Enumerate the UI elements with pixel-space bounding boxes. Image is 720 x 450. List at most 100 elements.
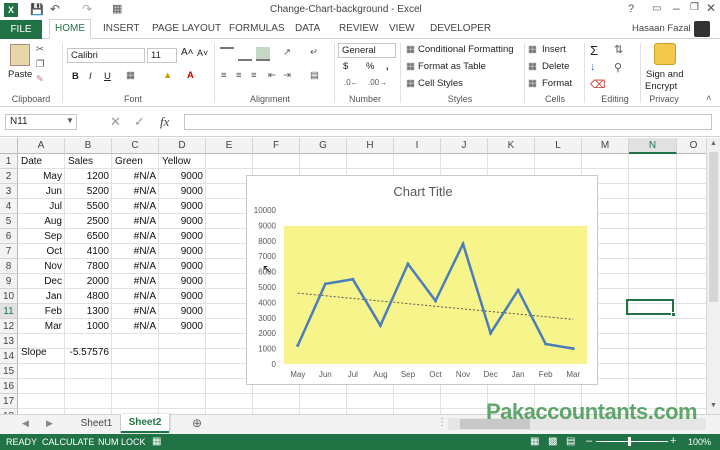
table-cell[interactable]: 9000	[159, 319, 206, 334]
column-header-d[interactable]: D	[159, 138, 206, 154]
avatar[interactable]	[694, 21, 710, 37]
font-name-box[interactable]: Calibri	[67, 48, 145, 63]
row-header-15[interactable]: 15	[0, 364, 18, 379]
tab-page-layout[interactable]: PAGE LAYOUT	[152, 23, 221, 34]
copy-icon[interactable]: ❐	[36, 59, 45, 70]
table-cell[interactable]: Jun	[18, 184, 65, 199]
row-header-9[interactable]: 9	[0, 274, 18, 289]
column-header-a[interactable]: A	[18, 138, 65, 154]
data-point[interactable]	[406, 262, 410, 266]
slope-label-cell[interactable]: Slope	[18, 345, 65, 360]
table-cell[interactable]: 1200	[65, 169, 112, 184]
table-cell[interactable]: Jul	[18, 199, 65, 214]
table-cell[interactable]: #N/A	[112, 229, 159, 244]
paste-icon[interactable]	[10, 44, 30, 66]
row-header-14[interactable]: 14	[0, 349, 18, 364]
top-align-icon[interactable]	[220, 47, 234, 61]
merge-center-icon[interactable]: ▤	[310, 70, 319, 81]
grow-font-icon[interactable]: A˄	[181, 47, 194, 58]
minimize-button[interactable]: –	[673, 1, 680, 15]
row-header-10[interactable]: 10	[0, 289, 18, 304]
table-cell[interactable]: Mar	[18, 319, 65, 334]
insert-cells-button[interactable]: Insert	[542, 44, 566, 55]
vertical-scrollbar[interactable]: ▲ ▼	[706, 138, 720, 414]
sign-and-label[interactable]: Sign and	[646, 69, 684, 80]
row-header-11[interactable]: 11	[0, 304, 18, 319]
table-cell[interactable]: 2000	[65, 274, 112, 289]
italic-button[interactable]: I	[89, 71, 92, 82]
encrypt-label[interactable]: Encrypt	[645, 81, 677, 92]
active-cell-selection[interactable]	[626, 299, 674, 315]
increase-decimal-icon[interactable]: .0←	[344, 78, 359, 87]
table-cell[interactable]: #N/A	[112, 319, 159, 334]
percent-icon[interactable]: %	[366, 61, 374, 72]
data-point[interactable]	[461, 242, 465, 246]
table-cell[interactable]: #N/A	[112, 199, 159, 214]
comma-icon[interactable]: ,	[386, 61, 389, 72]
sheet-tab-sheet2[interactable]: Sheet2	[121, 414, 169, 433]
fill-color-icon[interactable]: ▲	[163, 70, 172, 81]
header-cell-green[interactable]: Green	[112, 154, 159, 169]
slope-value-cell[interactable]: -5.57576	[65, 345, 112, 360]
data-point[interactable]	[571, 347, 575, 351]
table-cell[interactable]: 4800	[65, 289, 112, 304]
format-as-table-button[interactable]: Format as Table	[418, 61, 486, 72]
bottom-align-icon[interactable]	[256, 47, 270, 61]
table-cell[interactable]: 9000	[159, 184, 206, 199]
row-header-5[interactable]: 5	[0, 214, 18, 229]
column-header-j[interactable]: J	[441, 138, 488, 154]
prev-sheet-icon[interactable]: ◀	[22, 418, 29, 429]
scroll-thumb[interactable]	[709, 152, 718, 302]
row-header-6[interactable]: 6	[0, 229, 18, 244]
tab-formulas[interactable]: FORMULAS	[229, 23, 285, 34]
header-cell-date[interactable]: Date	[18, 154, 65, 169]
macro-recording-icon[interactable]: ▦	[152, 436, 161, 447]
table-cell[interactable]: 1000	[65, 319, 112, 334]
undo-icon[interactable]: ↶	[50, 2, 60, 16]
zoom-level[interactable]: 100%	[688, 437, 711, 447]
sort-filter-icon[interactable]: ⇅	[614, 43, 623, 56]
column-header-m[interactable]: M	[582, 138, 629, 154]
tab-insert[interactable]: INSERT	[103, 23, 140, 34]
page-layout-view-icon[interactable]: ▩	[548, 436, 557, 447]
next-sheet-icon[interactable]: ▶	[46, 418, 53, 429]
conditional-formatting-button[interactable]: Conditional Formatting	[418, 44, 514, 55]
scroll-up-icon[interactable]: ▲	[710, 140, 717, 147]
underline-button[interactable]: U	[104, 71, 111, 82]
shrink-font-icon[interactable]: A˅	[197, 48, 208, 58]
table-cell[interactable]: Aug	[18, 214, 65, 229]
table-cell[interactable]: #N/A	[112, 274, 159, 289]
table-cell[interactable]: 9000	[159, 244, 206, 259]
row-header-12[interactable]: 12	[0, 319, 18, 334]
table-cell[interactable]: Dec	[18, 274, 65, 289]
cut-icon[interactable]: ✂	[36, 44, 44, 55]
redo-icon[interactable]: ↷	[82, 2, 92, 16]
sign-encrypt-icon[interactable]	[654, 43, 676, 65]
column-header-e[interactable]: E	[206, 138, 253, 154]
decrease-indent-icon[interactable]: ⇤	[268, 70, 276, 81]
table-cell[interactable]: Nov	[18, 259, 65, 274]
data-point[interactable]	[351, 277, 355, 281]
tab-view[interactable]: VIEW	[389, 23, 415, 34]
table-cell[interactable]: 1300	[65, 304, 112, 319]
user-name[interactable]: Hasaan Fazal	[632, 23, 691, 34]
header-cell-yellow[interactable]: Yellow	[159, 154, 206, 169]
row-header-1[interactable]: 1	[0, 154, 18, 169]
column-header-g[interactable]: G	[300, 138, 347, 154]
tab-split-icon[interactable]: ⋮	[437, 417, 447, 428]
table-cell[interactable]: 5200	[65, 184, 112, 199]
customize-qat-icon[interactable]: ▦	[112, 2, 122, 15]
table-cell[interactable]: 9000	[159, 259, 206, 274]
tab-data[interactable]: DATA	[295, 23, 320, 34]
select-all-corner[interactable]	[0, 138, 18, 154]
data-point[interactable]	[323, 282, 327, 286]
font-color-icon[interactable]: A	[187, 70, 194, 81]
align-left-icon[interactable]: ≡	[221, 70, 227, 81]
table-cell[interactable]: 6500	[65, 229, 112, 244]
format-cells-button[interactable]: Format	[542, 78, 572, 89]
tab-home[interactable]: HOME	[49, 19, 91, 39]
name-box-dropdown-icon[interactable]: ▼	[66, 116, 74, 125]
table-cell[interactable]: #N/A	[112, 184, 159, 199]
column-header-i[interactable]: I	[394, 138, 441, 154]
table-cell[interactable]: #N/A	[112, 244, 159, 259]
